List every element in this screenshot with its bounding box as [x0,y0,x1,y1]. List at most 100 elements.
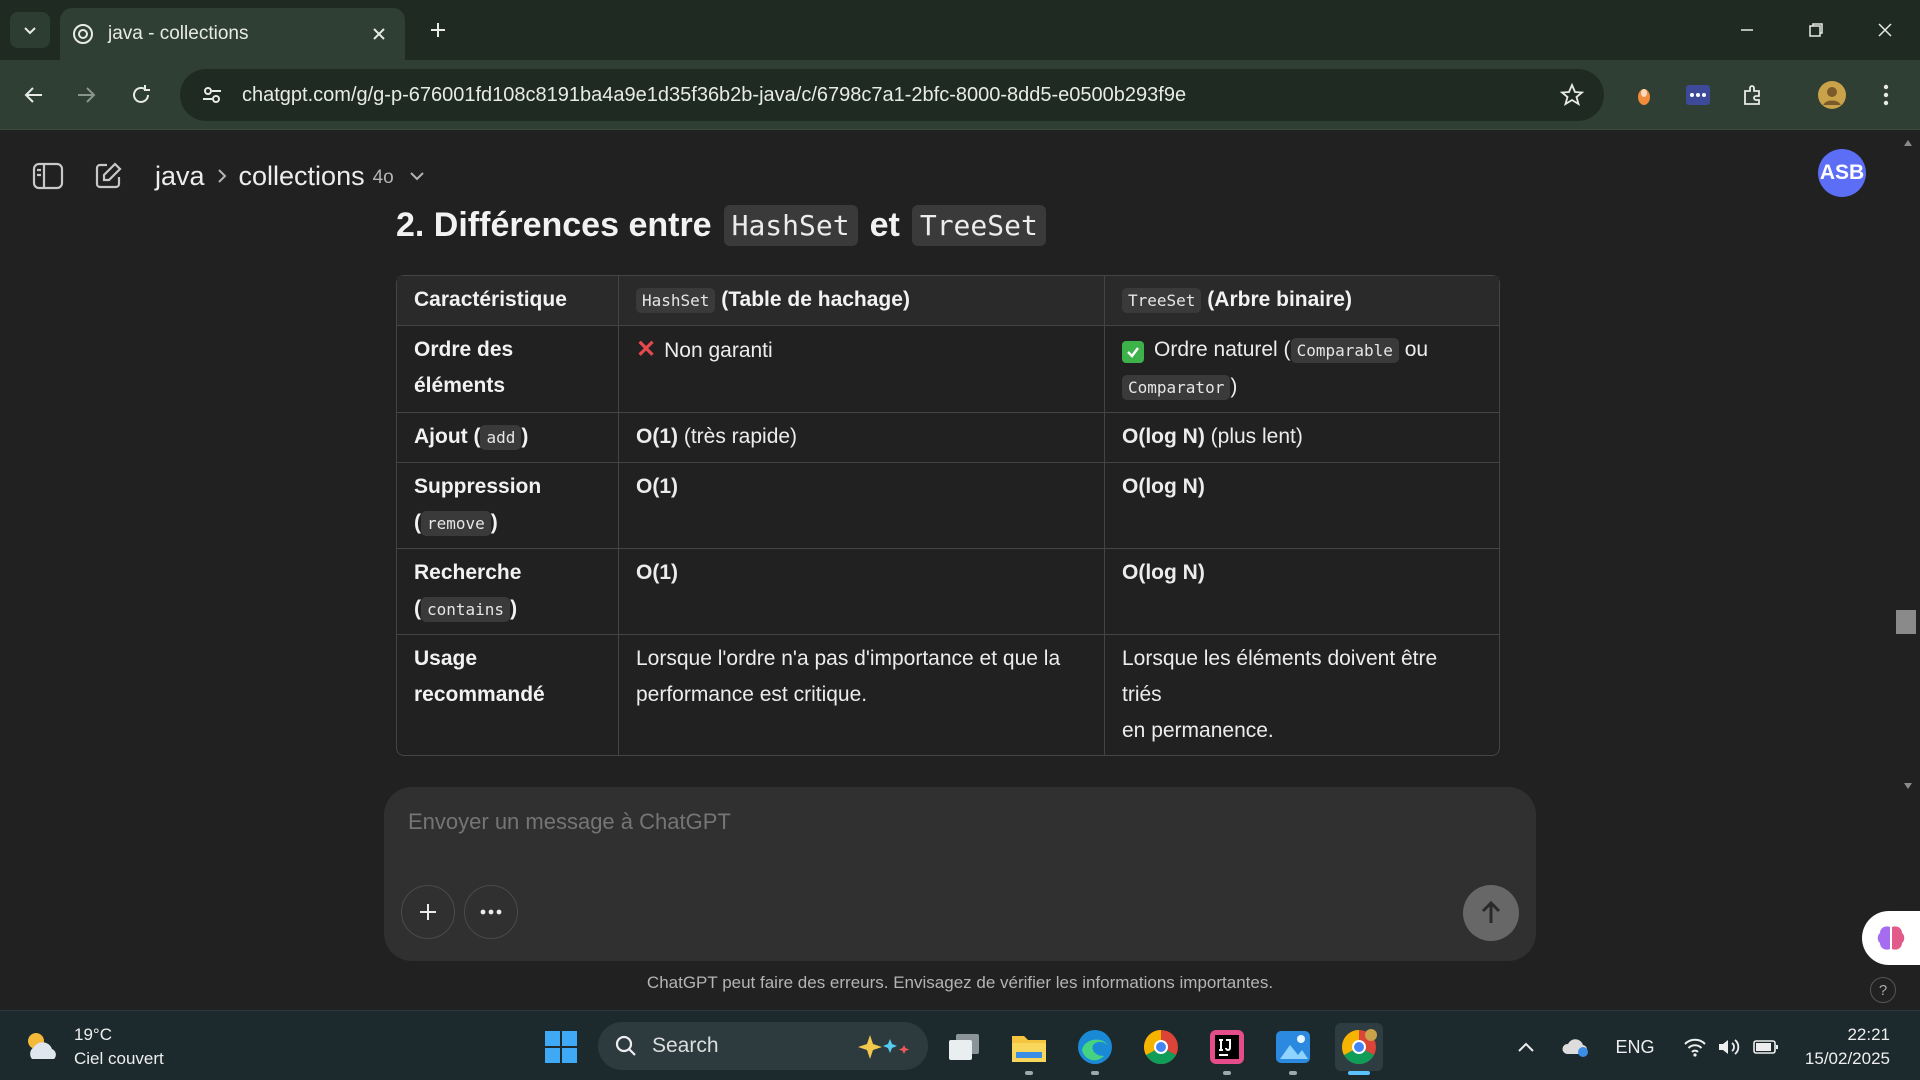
restore-button[interactable] [1794,10,1838,50]
plus-icon [420,904,436,920]
site-info-button[interactable] [196,79,228,111]
table-cell: O(log N) [1105,463,1499,549]
browser-menu-button[interactable] [1866,75,1906,115]
extension-button-2[interactable] [1678,75,1718,115]
tools-button[interactable] [464,885,518,939]
attach-button[interactable] [401,885,455,939]
heading-code-hashset: HashSet [723,205,858,246]
table-row: Usage recommandé Lorsque l'ordre n'a pas … [397,635,1499,755]
running-indicator [1348,1071,1370,1075]
chevron-right-icon [215,167,229,185]
header-label: (Arbre binaire) [1207,288,1352,311]
minimize-icon [1741,29,1753,31]
table-cell: Ordre des éléments [397,326,619,413]
model-selector-chevron-icon[interactable] [408,170,426,182]
extensions-menu-button[interactable] [1733,75,1773,115]
table-header-row: Caractéristique HashSet (Table de hachag… [397,276,1499,326]
table-row: Ajout (add) O(1) (très rapide) O(log N) … [397,413,1499,463]
send-button[interactable] [1463,885,1519,941]
heading-code-treeset: TreeSet [911,205,1046,246]
taskbar-search[interactable]: Search [598,1022,928,1070]
cell-text: O(1) [636,425,678,448]
profile-avatar-icon [1818,81,1846,109]
address-bar[interactable]: chatgpt.com/g/g-p-676001fd108c8191ba4a9e… [180,69,1604,121]
cross-mark-icon: ✕ [636,336,657,363]
running-indicator [1025,1071,1033,1075]
show-hidden-icons-button[interactable] [1510,1023,1542,1071]
table-cell: Recherche (contains) [397,549,619,635]
inline-code: Comparable [1290,338,1399,363]
cell-text: ) [510,597,518,620]
cell-text: O(log N) [1122,561,1205,584]
chevron-down-icon [24,27,36,35]
table-cell: O(1) [619,463,1105,549]
chatgpt-logo-icon [73,24,93,44]
chrome-browser-icon [1144,1030,1178,1064]
running-indicator [1289,1071,1297,1075]
start-button[interactable] [537,1023,585,1071]
cell-text: ou [1404,338,1429,361]
forward-button[interactable] [66,75,106,115]
taskbar-edge[interactable] [1071,1023,1119,1075]
taskbar-intellij[interactable] [1203,1023,1251,1075]
model-badge[interactable]: 4o [373,167,394,189]
taskbar-chrome-profile[interactable] [1137,1023,1185,1071]
scroll-down-arrow[interactable] [1900,780,1916,792]
cell-text: en permanence. [1122,719,1274,742]
table-row: Suppression (remove) O(1) O(log N) [397,463,1499,549]
breadcrumb-conversation[interactable]: collections [239,161,365,192]
chrome-browser-icon [1342,1029,1377,1064]
taskbar-chrome[interactable] [1335,1023,1383,1075]
toggle-sidebar-button[interactable] [26,154,70,198]
taskbar-photos[interactable] [1269,1023,1317,1075]
close-window-button[interactable] [1863,10,1907,50]
arrow-left-icon [24,87,42,103]
table-header-cell: TreeSet (Arbre binaire) [1105,276,1499,326]
cloudy-weather-icon [28,1033,56,1059]
restore-icon [1809,23,1823,37]
help-button[interactable]: ? [1870,977,1896,1003]
language-indicator[interactable]: ENG [1610,1023,1660,1071]
onedrive-tray-icon[interactable] [1558,1023,1594,1071]
weather-description: Ciel couvert [74,1049,164,1068]
taskbar-clock[interactable]: 22:21 15/02/2025 [1790,1023,1890,1071]
system-tray-status[interactable] [1676,1023,1786,1071]
extension-button-1[interactable] [1624,75,1664,115]
cell-text: éléments [414,374,506,397]
task-view-button[interactable] [940,1023,988,1071]
plus-icon [431,23,445,37]
cell-text: Ordre des [414,338,514,361]
taskbar-file-explorer[interactable] [1005,1023,1053,1075]
chevron-up-icon [1518,1042,1534,1052]
clock-time: 22:21 [1847,1025,1890,1044]
scroll-up-arrow[interactable] [1900,137,1916,149]
tab-close-button[interactable] [365,20,393,48]
inline-code: contains [421,597,511,622]
browser-tab-active[interactable]: java - collections [60,8,405,60]
cell-text: ) [1230,375,1238,398]
assistant-widget-button[interactable] [1862,911,1920,965]
bookmark-button[interactable] [1556,79,1588,111]
breadcrumb-project[interactable]: java [155,161,205,192]
back-button[interactable] [14,75,54,115]
more-vertical-icon [1883,84,1889,106]
header-label: (Table de hachage) [721,288,910,311]
edge-browser-icon [1078,1030,1112,1064]
cell-text: Non garanti [664,339,773,362]
scrollbar-thumb[interactable] [1896,610,1916,634]
arrow-right-icon [78,87,96,103]
cloud-icon [1562,1039,1588,1057]
table-cell: O(1) (très rapide) [619,413,1105,463]
cell-text: ) [490,511,498,534]
reload-button[interactable] [121,75,161,115]
new-tab-button[interactable] [422,14,454,46]
new-chat-button[interactable] [86,154,130,198]
user-avatar[interactable]: ASB [1818,149,1866,197]
tab-search-button[interactable] [10,12,50,48]
extension-drop-icon [1638,89,1650,105]
table-cell: Usage recommandé [397,635,619,755]
message-input[interactable] [408,809,1508,835]
weather-widget[interactable]: 19°C Ciel couvert [22,1023,164,1071]
minimize-button[interactable] [1725,10,1769,50]
profile-button[interactable] [1812,75,1852,115]
